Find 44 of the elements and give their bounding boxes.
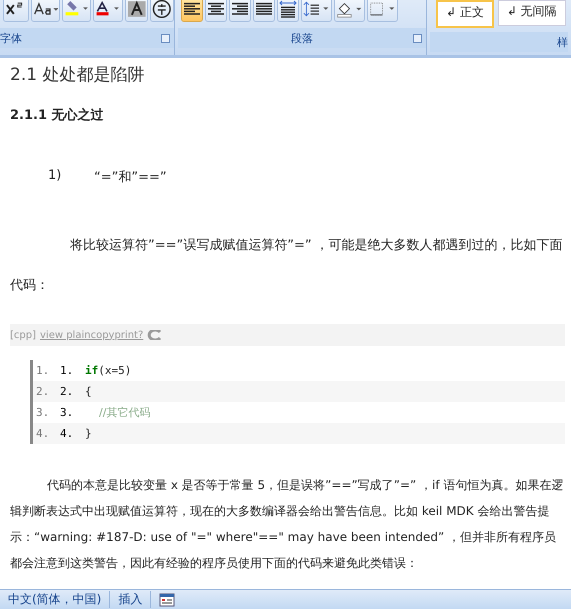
group-label: 段落 [291, 30, 313, 46]
superscript-icon[interactable] [3, 0, 29, 22]
alignright-icon[interactable] [229, 0, 251, 22]
distribute-icon[interactable] [277, 0, 299, 22]
dialog-launcher-icon[interactable] [161, 34, 170, 43]
code-text: if(x=5) [85, 364, 132, 377]
paragraph: 代码的本意是比较变量 x 是否等于常量 5，但是误将”==”写成了”=” ，if 语句恒为真。如果在逻辑判断表达式中出现赋值运算符，现在的大多数编译器会给出警告信息。比如 keil MDK 会给出警告提示：“warning: #187-D: use of "=" where"==" may have been intended” ，但并非所有程序员都会注意到这类警告，因此有经验的程序员使用下面的代码来避免此类错误： [10, 477, 564, 572]
fontcolor-icon[interactable] [93, 0, 123, 22]
center-icon[interactable] [205, 0, 227, 22]
highlight-icon[interactable] [62, 0, 92, 22]
paragraph: 将比较运算符”==”误写成赋值运算符”=” ，可能是绝大多数人都遇到过的，比如下面代码： [10, 237, 564, 295]
line-number: 3. [36, 406, 50, 419]
code-text: { [85, 385, 92, 398]
justify-icon[interactable] [253, 0, 275, 22]
heading: 2.1 处处都是陷阱 [10, 64, 146, 86]
spacing-icon[interactable] [301, 0, 332, 22]
line-number: 2. [60, 385, 74, 398]
language-tag: [cpp] [10, 330, 36, 340]
group-label: 样 [557, 34, 568, 50]
list-item-text: “=”和”==” [94, 169, 167, 186]
list-number: 1) [48, 168, 62, 185]
group-label: 字体 [0, 30, 22, 46]
copy-icon[interactable] [147, 330, 162, 340]
line-number: 1. [60, 364, 74, 377]
code-text: } [85, 427, 92, 440]
enclose-icon[interactable] [150, 0, 174, 22]
macro-icon[interactable] [159, 592, 176, 606]
border-icon[interactable] [367, 0, 398, 22]
language-status[interactable]: 中文(简体，中国) [0, 591, 110, 608]
fill-icon[interactable] [334, 0, 365, 22]
line-number: 3. [60, 406, 74, 419]
subheading: 2.1.1 无心之过 [10, 106, 105, 124]
shade-icon[interactable] [124, 0, 148, 22]
code-comment: //其它代码 [98, 405, 150, 420]
line-number: 4. [36, 427, 50, 440]
dialog-launcher-icon[interactable] [413, 34, 422, 43]
line-number: 1. [36, 364, 50, 377]
line-number: 4. [60, 427, 74, 440]
line-number: 2. [36, 385, 50, 398]
insert-mode-status[interactable]: 插入 [110, 591, 152, 608]
style-item[interactable]: ↲ 无间隔 [498, 0, 566, 26]
alignleft-icon[interactable] [181, 0, 203, 22]
case-icon[interactable] [30, 0, 60, 22]
style-item[interactable]: ↲ 正文 [436, 0, 494, 28]
